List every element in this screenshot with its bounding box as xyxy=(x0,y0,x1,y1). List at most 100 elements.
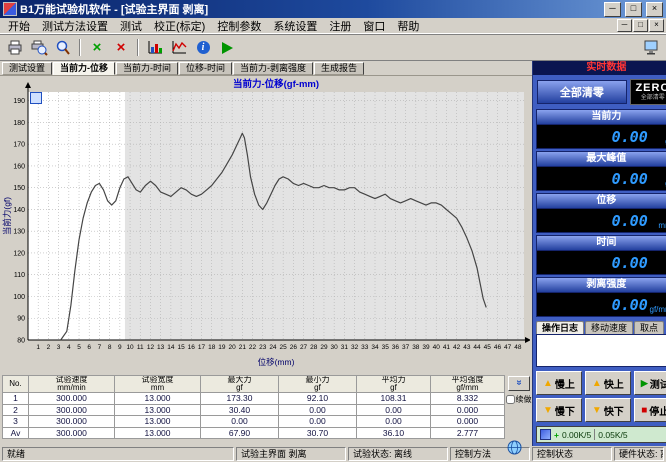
table-cell: 13.000 xyxy=(115,404,201,416)
continue-checkbox-input[interactable] xyxy=(506,395,515,404)
svg-text:31: 31 xyxy=(341,344,349,351)
jog-button-4[interactable]: ▼快下 xyxy=(585,398,631,422)
maximize-button[interactable]: □ xyxy=(625,2,642,17)
jog-button-0[interactable]: ▲慢上 xyxy=(536,371,582,395)
curve-icon[interactable] xyxy=(168,38,190,58)
view-tabstrip: 测试设置当前力-位移当前力-时间位移-时间当前力-剥离强度生成报告 xyxy=(0,61,532,76)
mdi-close-button[interactable]: × xyxy=(649,19,664,32)
log-tab-0[interactable]: 操作日志 xyxy=(536,321,584,334)
play-icon: ▶ xyxy=(641,378,648,389)
statusbar-segment-0: 就绪 xyxy=(2,447,234,461)
svg-text:32: 32 xyxy=(351,344,359,351)
svg-text:38: 38 xyxy=(412,344,420,351)
menu-item-2[interactable]: 测试 xyxy=(114,18,148,34)
menu-item-3[interactable]: 校正(标定) xyxy=(148,18,211,34)
statusbar-segment-2: 试验状态: 离线 xyxy=(348,447,448,461)
display-label: 当前力 xyxy=(536,109,666,124)
menu-item-5[interactable]: 系统设置 xyxy=(267,18,323,34)
clear-red-icon[interactable]: × xyxy=(110,38,132,58)
menu-item-7[interactable]: 窗口 xyxy=(357,18,391,34)
svg-text:1: 1 xyxy=(36,344,40,351)
table-cell: 92.10 xyxy=(279,393,357,405)
display-group-4: 剥离强度0.00gf/mm xyxy=(533,277,666,317)
zoom-reset-icon[interactable] xyxy=(30,92,42,104)
table-cell: 0.000 xyxy=(431,404,505,416)
log-tabstrip: 操作日志移动速度取点 xyxy=(533,319,666,334)
svg-text:21: 21 xyxy=(239,344,247,351)
display-value: 0.00 xyxy=(612,254,648,272)
menu-item-0[interactable]: 开始 xyxy=(2,18,36,34)
zero-button[interactable]: ZERO 全部清零 xyxy=(630,79,666,105)
mdi-restore-button[interactable]: □ xyxy=(633,19,648,32)
svg-text:7: 7 xyxy=(98,344,102,351)
display-value: 0.00 xyxy=(612,212,648,230)
tab-4[interactable]: 当前力-剥离强度 xyxy=(233,62,313,75)
jog-button-2[interactable]: ▶测试 xyxy=(634,371,666,395)
column-header: 平均强度gf/mm xyxy=(431,376,505,393)
continue-checkbox[interactable]: 续做 xyxy=(506,394,532,405)
jog-button-5[interactable]: ■停止 xyxy=(634,398,666,422)
titlebar: B1万能试验机软件 - [试验主界面 剥离] ─ □ × xyxy=(0,0,666,18)
svg-text:33: 33 xyxy=(361,344,369,351)
tab-3[interactable]: 位移-时间 xyxy=(179,62,232,75)
info-icon[interactable]: i xyxy=(192,38,214,58)
expand-results-button[interactable]: » xyxy=(508,376,530,391)
display-value: 0.00 xyxy=(612,296,648,314)
menu-item-1[interactable]: 测试方法设置 xyxy=(36,18,114,34)
app-icon xyxy=(3,2,17,16)
table-side-controls: » 续做 xyxy=(505,375,532,439)
jog-button-label: 快下 xyxy=(604,403,624,418)
menu-item-8[interactable]: 帮助 xyxy=(391,18,425,34)
minimize-button[interactable]: ─ xyxy=(604,2,621,17)
table-cell: 0.000 xyxy=(431,416,505,428)
monitor-icon[interactable] xyxy=(640,38,662,58)
svg-text:25: 25 xyxy=(280,344,288,351)
main-area: 测试设置当前力-位移当前力-时间位移-时间当前力-剥离强度生成报告 123456… xyxy=(0,61,666,446)
log-tab-1[interactable]: 移动速度 xyxy=(585,321,633,334)
svg-text:30: 30 xyxy=(331,344,339,351)
table-cell: 13.000 xyxy=(115,416,201,428)
svg-text:29: 29 xyxy=(320,344,328,351)
jog-button-label: 快上 xyxy=(604,376,624,391)
chart-icon[interactable] xyxy=(144,38,166,58)
column-header-unit: gf xyxy=(201,384,278,392)
load-right-value: 0.05K/5 xyxy=(598,430,627,440)
jog-button-label: 慢下 xyxy=(555,403,575,418)
tab-1[interactable]: 当前力-位移 xyxy=(53,62,115,75)
jog-button-1[interactable]: ▲快上 xyxy=(585,371,631,395)
tab-0[interactable]: 测试设置 xyxy=(2,62,52,75)
print-preview-icon[interactable] xyxy=(28,38,50,58)
jog-button-3[interactable]: ▼慢下 xyxy=(536,398,582,422)
display-lcd: 0.00gf xyxy=(536,166,666,191)
globe-icon[interactable] xyxy=(507,440,522,458)
close-button[interactable]: × xyxy=(646,2,663,17)
zero-row: 全部清零 ZERO 全部清零 xyxy=(533,75,666,109)
menu-item-6[interactable]: 注册 xyxy=(323,18,357,34)
start-icon[interactable] xyxy=(216,38,238,58)
svg-text:5: 5 xyxy=(77,344,81,351)
table-cell: 13.000 xyxy=(115,393,201,405)
print-icon[interactable] xyxy=(4,38,26,58)
display-group-2: 位移0.00mm xyxy=(533,193,666,233)
log-tab-2[interactable]: 取点 xyxy=(634,321,664,334)
table-cell: 173.30 xyxy=(201,393,279,405)
svg-text:39: 39 xyxy=(422,344,430,351)
clear-green-icon[interactable]: × xyxy=(86,38,108,58)
operation-log-list xyxy=(536,334,666,367)
menu-item-4[interactable]: 控制参数 xyxy=(211,18,267,34)
table-row: Av300.00013.00067.9030.7036.102.777 xyxy=(3,427,505,439)
table-cell: 300.000 xyxy=(29,416,115,428)
zero-all-button[interactable]: 全部清零 xyxy=(537,80,627,104)
tab-2[interactable]: 当前力-时间 xyxy=(116,62,178,75)
svg-text:160: 160 xyxy=(13,163,25,170)
table-cell: 0.00 xyxy=(279,404,357,416)
menu-items: 开始测试方法设置测试校正(标定)控制参数系统设置注册窗口帮助 xyxy=(2,18,425,34)
svg-text:120: 120 xyxy=(13,250,25,257)
svg-text:3: 3 xyxy=(57,344,61,351)
mdi-minimize-button[interactable]: ─ xyxy=(617,19,632,32)
zoom-icon[interactable] xyxy=(52,38,74,58)
display-label: 时间 xyxy=(536,235,666,250)
svg-text:150: 150 xyxy=(13,185,25,192)
tab-5[interactable]: 生成报告 xyxy=(314,62,364,75)
app-window: B1万能试验机软件 - [试验主界面 剥离] ─ □ × 开始测试方法设置测试校… xyxy=(0,0,666,462)
